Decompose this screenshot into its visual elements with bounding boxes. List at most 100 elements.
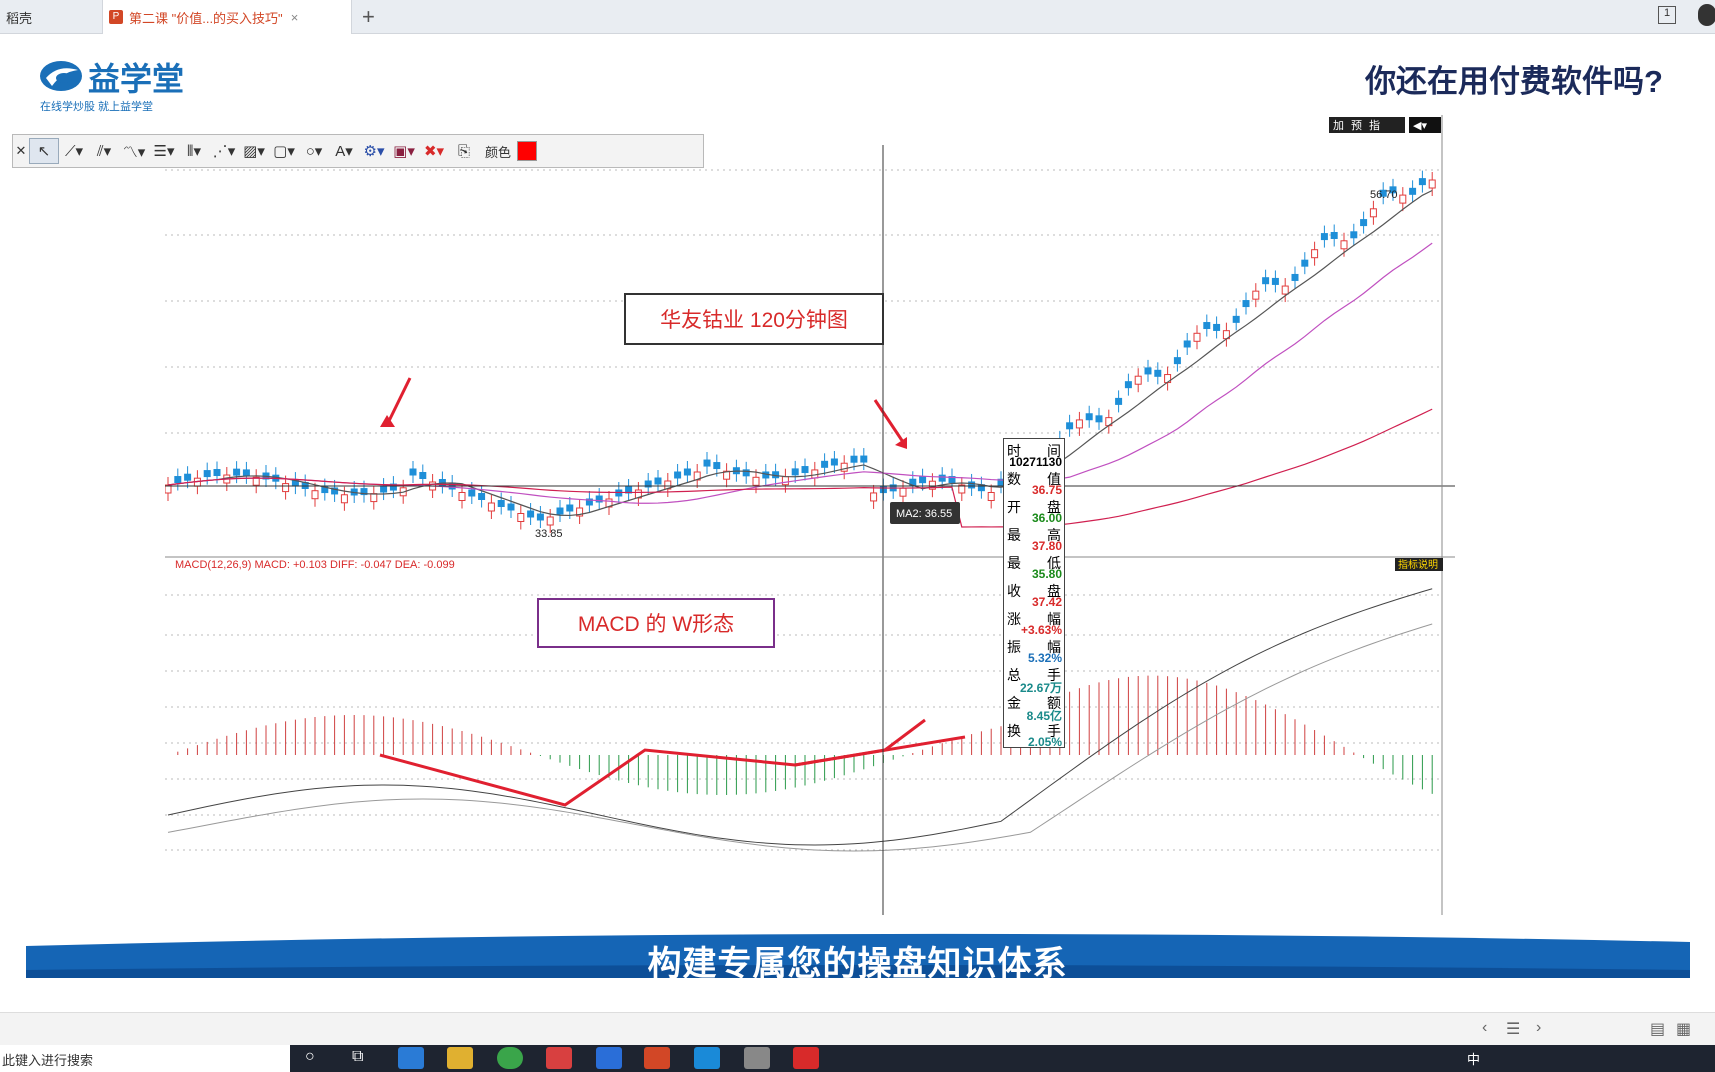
candle-body [233,468,241,476]
svg-text:MA2: 36.55: MA2: 36.55 [896,508,952,520]
cycle-line-icon[interactable]: ⦀▾ [179,138,209,164]
candle-body [497,500,505,507]
logo-text: 益学堂 [88,61,185,97]
candle-body [870,492,878,502]
candle-body [174,476,182,484]
annotation-box-title: 华友钴业 120分钟图 [624,293,884,345]
candle-body [527,510,535,518]
candle-body [1134,375,1142,385]
line-tool-icon[interactable]: ⟋▾ [59,138,89,164]
explorer-icon[interactable] [447,1047,473,1069]
grid-view-icon[interactable]: ▦ [1676,1019,1691,1039]
fan-tool-icon[interactable]: ⋰▾ [209,138,239,164]
tab-lesson[interactable]: P 第二课 "价值...的买入技巧" × [102,0,352,34]
avatar[interactable] [1698,4,1715,26]
candle-body [1262,277,1270,285]
new-tab-button[interactable]: + [362,4,375,30]
window-mode-icon[interactable]: 1 [1658,6,1676,24]
stock-chart[interactable]: 56.70 33.85 MACD(12,26,9) MACD: +0.103 D… [165,115,1465,915]
logo-subtitle: 在线学炒股 就上益学堂 [40,101,154,113]
info-label: 最 [1007,555,1021,571]
candle-body [487,502,495,512]
candle-body [419,472,427,479]
candle-body [1369,208,1377,218]
candle-body [1428,179,1436,189]
settings-gear-icon[interactable]: ⚙▾ [359,138,389,164]
prev-slide-icon[interactable]: ‹ [1482,1019,1487,1037]
candle-body [242,469,250,477]
task-view-icon[interactable]: ⧉ [352,1048,363,1066]
app-gray-icon[interactable] [744,1047,770,1069]
candle-body [811,469,819,479]
info-label: 数 [1007,471,1021,487]
candle-body [1232,315,1240,323]
polyline-icon[interactable]: 〽▾ [119,138,149,164]
parallel-line-icon[interactable]: ⫽▾ [89,138,119,164]
info-value: 37.80 [1031,539,1062,553]
edge-icon[interactable] [398,1047,424,1069]
candle-body [1203,322,1211,330]
bookmark-tool-icon[interactable]: ▣▾ [389,138,419,164]
candle-body [1399,194,1407,204]
list-icon[interactable]: ☰ [1506,1019,1520,1039]
candle-body [919,476,927,484]
level-line-icon[interactable]: ☰▾ [149,138,179,164]
candle-body [478,493,486,500]
candle-body [282,483,290,493]
indicator-button[interactable]: 指标说明 [1395,558,1443,571]
candle-body [821,460,829,468]
candle-body [1144,367,1152,375]
info-label: 总 [1007,667,1021,683]
app-red-icon[interactable] [546,1047,572,1069]
yixuetang-logo-icon [40,61,82,91]
ma-tooltip: MA2: 36.55 [890,502,960,524]
channel-tool-icon[interactable]: ▨▾ [239,138,269,164]
circle-tool-icon[interactable]: ○▾ [299,138,329,164]
tab-label: 第二课 "价值...的买入技巧" [129,10,283,26]
candle-body [713,462,721,470]
live-app-icon[interactable] [793,1047,819,1069]
info-label: 开 [1007,499,1021,515]
annotation-macd-text: MACD 的 W形态 [577,613,735,636]
candle-body [1066,422,1074,430]
ppt-taskbar-icon[interactable] [644,1047,670,1069]
wps-writer-icon[interactable] [596,1047,622,1069]
candle-body [654,477,662,485]
info-label: 振 [1007,639,1021,655]
next-slide-icon[interactable]: › [1536,1019,1541,1037]
info-value: 36.75 [1031,483,1062,497]
candle-body [1075,419,1083,429]
slide-status-bar: ‹ ☰ › ▤ ▦ [0,1012,1715,1045]
candle-body [683,468,691,476]
candle-body [546,516,554,526]
candle-body [703,459,711,467]
candle-body [830,458,838,466]
candle-body [899,487,907,497]
candle-body [1301,259,1309,267]
info-value: 10271130 [1009,455,1062,469]
normal-view-icon[interactable]: ▤ [1650,1019,1665,1039]
candle-body [184,473,192,481]
export-tool-icon[interactable]: ⎘ [449,138,479,164]
search-input[interactable]: 此键入进行搜索 [0,1045,290,1072]
delete-tool-icon[interactable]: ✖▾ [419,138,449,164]
ime-indicator[interactable]: 中 [1467,1049,1480,1068]
app-blue-icon[interactable] [694,1047,720,1069]
app-green-icon[interactable] [497,1047,523,1069]
cortana-icon[interactable]: ○ [305,1048,315,1066]
candle-body [938,474,946,482]
pointer-tool-icon[interactable]: ↖ [29,138,59,164]
drawing-toolbar: ✕ ↖ ⟋▾ ⫽▾ 〽▾ ☰▾ ⦀▾ ⋰▾ ▨▾ ▢▾ ○▾ A▾ ⚙▾ ▣▾ … [12,134,704,168]
rectangle-tool-icon[interactable]: ▢▾ [269,138,299,164]
chart-top-buttons[interactable]: 加 预 指 ◀▾ [1329,117,1441,133]
candle-body [1409,187,1417,195]
search-placeholder: 此键入进行搜索 [2,1053,94,1068]
info-label: 最 [1007,527,1021,543]
candle-body [850,455,858,463]
candle-body [1360,219,1368,227]
close-icon[interactable]: × [291,10,299,25]
text-tool-icon[interactable]: A▾ [329,138,359,164]
tab-daoke[interactable]: 稻壳 [0,0,100,34]
color-swatch[interactable] [517,141,538,161]
close-icon[interactable]: ✕ [13,138,29,164]
